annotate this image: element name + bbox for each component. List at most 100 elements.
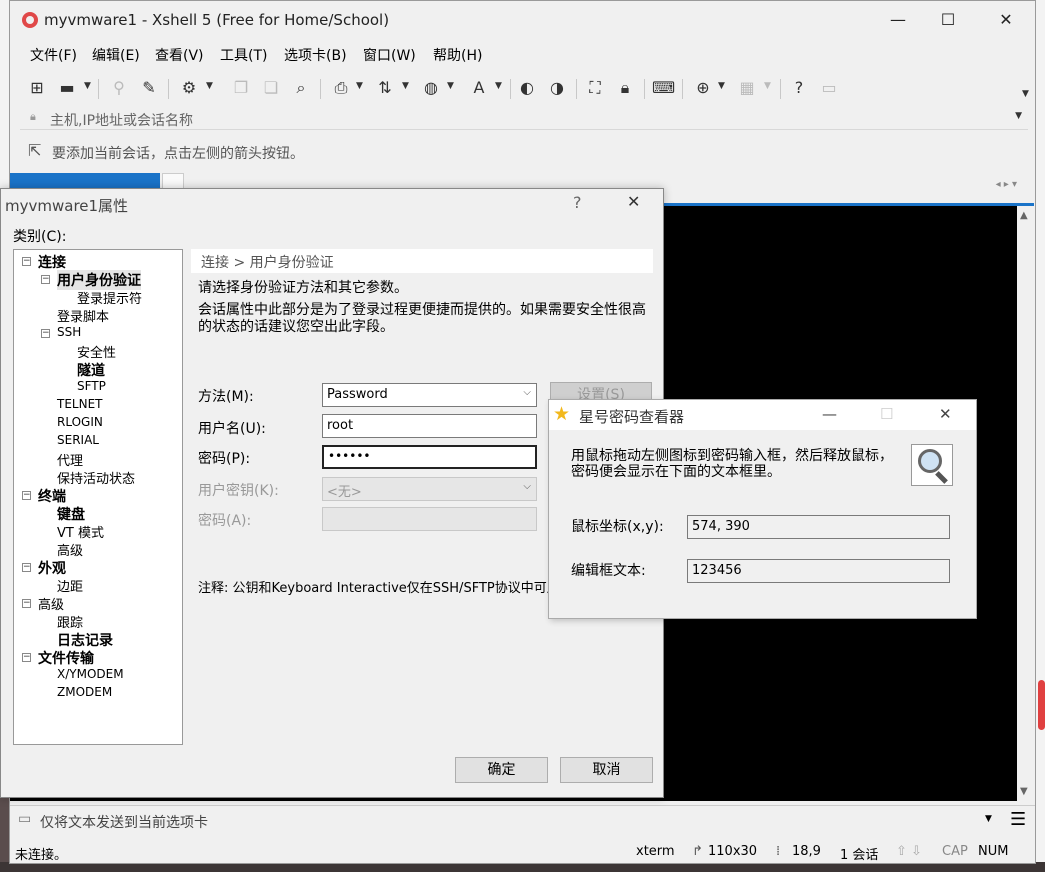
collapse-icon[interactable]: −: [22, 599, 31, 608]
cancel-button[interactable]: 取消: [560, 757, 653, 783]
add-tab-icon[interactable]: ⊕: [692, 77, 714, 99]
chevron-down-icon: ▼: [764, 81, 771, 91]
tree-item-security[interactable]: 安全性: [77, 342, 116, 361]
collapse-icon[interactable]: −: [41, 275, 50, 284]
chevron-down-icon[interactable]: ▼: [402, 81, 409, 91]
tree-item-advanced[interactable]: 高级: [38, 594, 64, 613]
session-count: 1 会话: [840, 848, 879, 863]
menu-edit[interactable]: 编辑(E): [92, 45, 140, 65]
method-select[interactable]: Password ⌵: [322, 383, 537, 407]
tree-item-rlogin[interactable]: RLOGIN: [57, 415, 103, 429]
tree-item-logging[interactable]: 日志记录: [57, 630, 113, 650]
text-field[interactable]: 123456: [687, 559, 950, 583]
toolbar-overflow-icon[interactable]: ▼: [1022, 89, 1029, 99]
menu-file[interactable]: 文件(F): [30, 45, 77, 65]
text-label: 编辑框文本:: [571, 563, 646, 579]
chevron-down-icon[interactable]: ▼: [495, 81, 502, 91]
fullscreen-icon[interactable]: ⛶: [584, 77, 606, 99]
terminal-scrollbar[interactable]: ▲ ▼: [1017, 206, 1034, 801]
toolbar-divider: [780, 79, 781, 99]
compose-bar[interactable]: ▭ 仅将文本发送到当前选项卡 ▼ ☰: [10, 805, 1035, 835]
print-icon[interactable]: ⎙: [330, 77, 352, 99]
tree-item-keyboard[interactable]: 键盘: [57, 504, 85, 524]
chevron-down-icon[interactable]: ▼: [718, 81, 725, 91]
close-button[interactable]: ✕: [939, 405, 952, 423]
user-key-label: 用户密钥(K):: [198, 483, 279, 499]
address-input[interactable]: 主机,IP地址或会话名称: [50, 110, 193, 130]
tree-item-terminal-advanced[interactable]: 高级: [57, 540, 83, 559]
password-input[interactable]: ••••••: [322, 445, 537, 469]
globe-icon[interactable]: ◍: [420, 77, 442, 99]
find-icon[interactable]: ⌕: [290, 77, 312, 99]
menu-tools[interactable]: 工具(T): [220, 45, 267, 65]
tree-item-proxy[interactable]: 代理: [57, 450, 83, 469]
category-label: 类别(C):: [13, 229, 67, 245]
chevron-down-icon[interactable]: ▼: [985, 814, 992, 824]
magnifier-drag-icon[interactable]: [911, 444, 953, 486]
disconnect-icon[interactable]: ✎: [138, 77, 160, 99]
username-input[interactable]: root: [322, 414, 537, 438]
coord-field[interactable]: 574, 390: [687, 515, 950, 539]
lock-icon[interactable]: 🔒︎: [614, 77, 636, 99]
xftp-icon[interactable]: ◐: [516, 77, 538, 99]
tree-item-trace[interactable]: 跟踪: [57, 612, 83, 631]
minimize-button[interactable]: —: [875, 5, 921, 35]
tree-item-keepalive[interactable]: 保持活动状态: [57, 468, 135, 487]
chevron-down-icon[interactable]: ▼: [84, 81, 91, 91]
tree-item-auth[interactable]: 用户身份验证: [57, 270, 141, 290]
maximize-button[interactable]: ☐: [925, 5, 971, 35]
tree-item-login-script[interactable]: 登录脚本: [57, 306, 109, 325]
session-nav-arrows[interactable]: ⇧ ⇩: [896, 844, 922, 859]
tab-scroll-arrows[interactable]: ◂ ▸ ▾: [996, 179, 1017, 190]
collapse-icon[interactable]: −: [22, 563, 31, 572]
help-icon[interactable]: ?: [788, 77, 810, 99]
add-link-arrow-icon[interactable]: ⇱: [28, 141, 41, 160]
chevron-down-icon[interactable]: ▼: [447, 81, 454, 91]
chevron-down-icon[interactable]: ▼: [206, 81, 213, 91]
open-folder-icon[interactable]: ▬: [56, 77, 78, 99]
tree-item-margins[interactable]: 边距: [57, 576, 83, 595]
tree-item-file-transfer[interactable]: 文件传输: [38, 648, 94, 668]
section-note: 会话属性中此部分是为了登录过程更便捷而提供的。如果需要安全性很高的状态的话建议您…: [198, 302, 646, 335]
menu-tabs[interactable]: 选项卡(B): [284, 45, 347, 65]
toolbar: ⊞ ▬ ▼ ⚲ ✎ ⚙ ▼ ❐ ❏ ⌕ ⎙ ▼ ⇅ ▼ ◍ ▼ A ▼ ◐ ◑ …: [10, 71, 1035, 105]
collapse-icon[interactable]: −: [22, 491, 31, 500]
keyboard-icon[interactable]: ⌨: [652, 77, 675, 99]
transfer-icon[interactable]: ⇅: [374, 77, 396, 99]
tree-item-tunnel[interactable]: 隧道: [77, 360, 105, 380]
tree-item-vt-mode[interactable]: VT 模式: [57, 522, 104, 541]
tree-item-terminal[interactable]: 终端: [38, 486, 66, 506]
tree-item-appearance[interactable]: 外观: [38, 558, 66, 578]
tree-item-serial[interactable]: SERIAL: [57, 433, 99, 447]
chevron-down-icon[interactable]: ▼: [1015, 111, 1022, 121]
help-button[interactable]: ?: [573, 193, 582, 212]
close-button[interactable]: ✕: [627, 192, 640, 211]
tree-item-xymodem[interactable]: X/YMODEM: [57, 667, 124, 681]
terminal-size: 110x30: [708, 844, 758, 859]
menu-icon[interactable]: ☰: [1010, 809, 1026, 830]
chevron-down-icon: ⌵: [523, 387, 531, 398]
menu-window[interactable]: 窗口(W): [363, 45, 416, 65]
minimize-button[interactable]: —: [822, 405, 837, 423]
collapse-icon[interactable]: −: [41, 329, 50, 338]
properties-icon[interactable]: ⚙: [178, 77, 200, 99]
ok-button[interactable]: 确定: [455, 757, 548, 783]
tree-item-telnet[interactable]: TELNET: [57, 397, 103, 411]
collapse-icon[interactable]: −: [22, 257, 31, 266]
tree-item-sftp[interactable]: SFTP: [77, 379, 106, 393]
address-bar[interactable]: 🔒︎ 主机,IP地址或会话名称 ▼: [20, 106, 1028, 130]
scroll-down-icon[interactable]: ▼: [1020, 786, 1028, 797]
tree-item-ssh[interactable]: SSH: [57, 325, 81, 339]
tree-item-login-prompt[interactable]: 登录提示符: [77, 288, 142, 307]
menu-help[interactable]: 帮助(H): [433, 45, 482, 65]
menu-view[interactable]: 查看(V): [155, 45, 204, 65]
close-button[interactable]: ✕: [983, 5, 1029, 35]
chevron-down-icon[interactable]: ▼: [356, 81, 363, 91]
new-session-icon[interactable]: ⊞: [26, 77, 48, 99]
font-icon[interactable]: A: [468, 77, 490, 99]
tree-item-zmodem[interactable]: ZMODEM: [57, 685, 112, 699]
collapse-icon[interactable]: −: [22, 653, 31, 662]
script-icon[interactable]: ◑: [546, 77, 568, 99]
scroll-up-icon[interactable]: ▲: [1020, 210, 1028, 221]
tree-item-connection[interactable]: 连接: [38, 252, 66, 272]
